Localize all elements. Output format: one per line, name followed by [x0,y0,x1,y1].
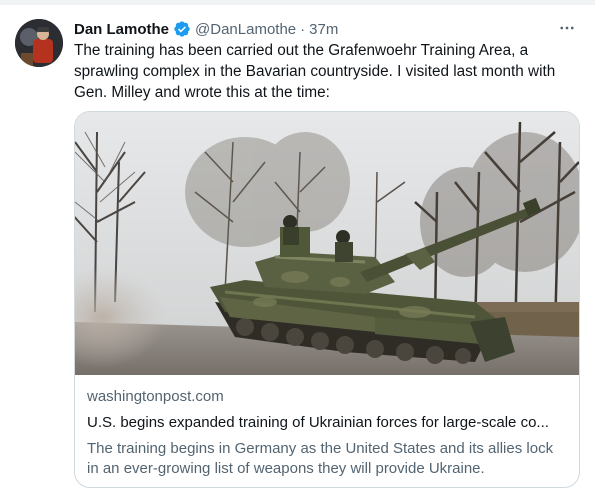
card-description: The training begins in Germany as the Un… [87,440,554,477]
card-image [75,112,579,375]
tweet[interactable]: Dan Lamothe @DanLamothe · 37m The traini… [0,5,595,488]
link-card[interactable]: washingtonpost.com U.S. begins expanded … [74,111,580,488]
separator-dot: · [300,20,306,38]
author-handle[interactable]: @DanLamothe [195,21,296,38]
more-horizontal-icon [560,26,574,30]
verified-badge-icon [173,20,191,38]
timestamp[interactable]: 37m [309,21,338,38]
more-options-button[interactable] [555,17,579,39]
tweet-header: Dan Lamothe @DanLamothe · 37m [74,18,585,40]
avatar[interactable] [15,19,63,67]
card-domain: washingtonpost.com [87,388,224,405]
card-meta: washingtonpost.com U.S. begins expanded … [87,383,567,479]
tweet-text: The training has been carried out the Gr… [74,42,556,101]
author-name[interactable]: Dan Lamothe [74,21,169,38]
card-title[interactable]: U.S. begins expanded training of Ukraini… [87,413,567,433]
